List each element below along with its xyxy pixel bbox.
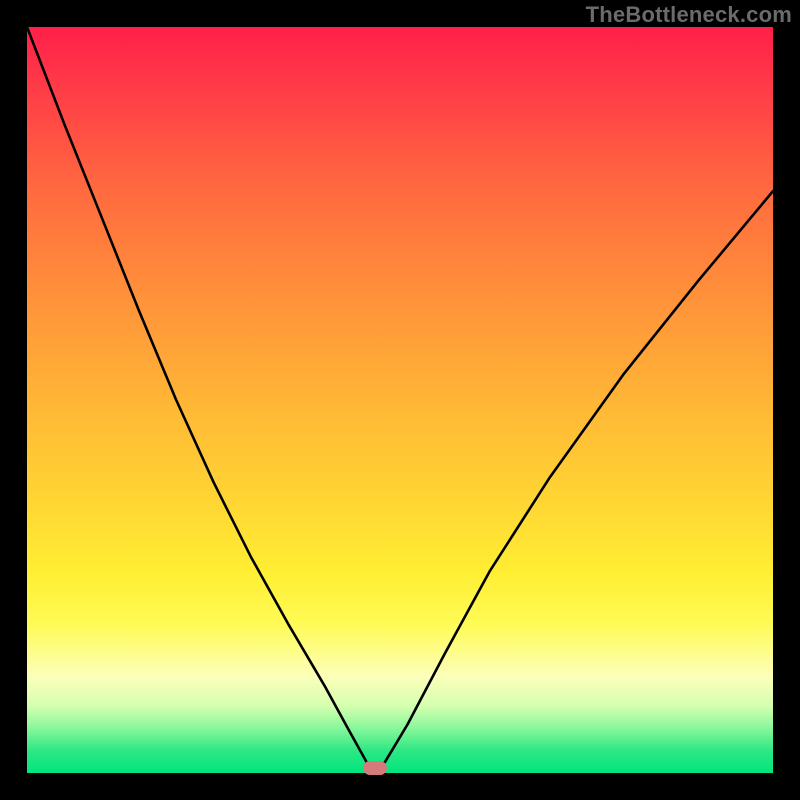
- chart-gradient-background: [27, 27, 773, 773]
- optimal-point-marker: [363, 761, 387, 775]
- watermark-text: TheBottleneck.com: [586, 2, 792, 28]
- chart-frame: TheBottleneck.com: [0, 0, 800, 800]
